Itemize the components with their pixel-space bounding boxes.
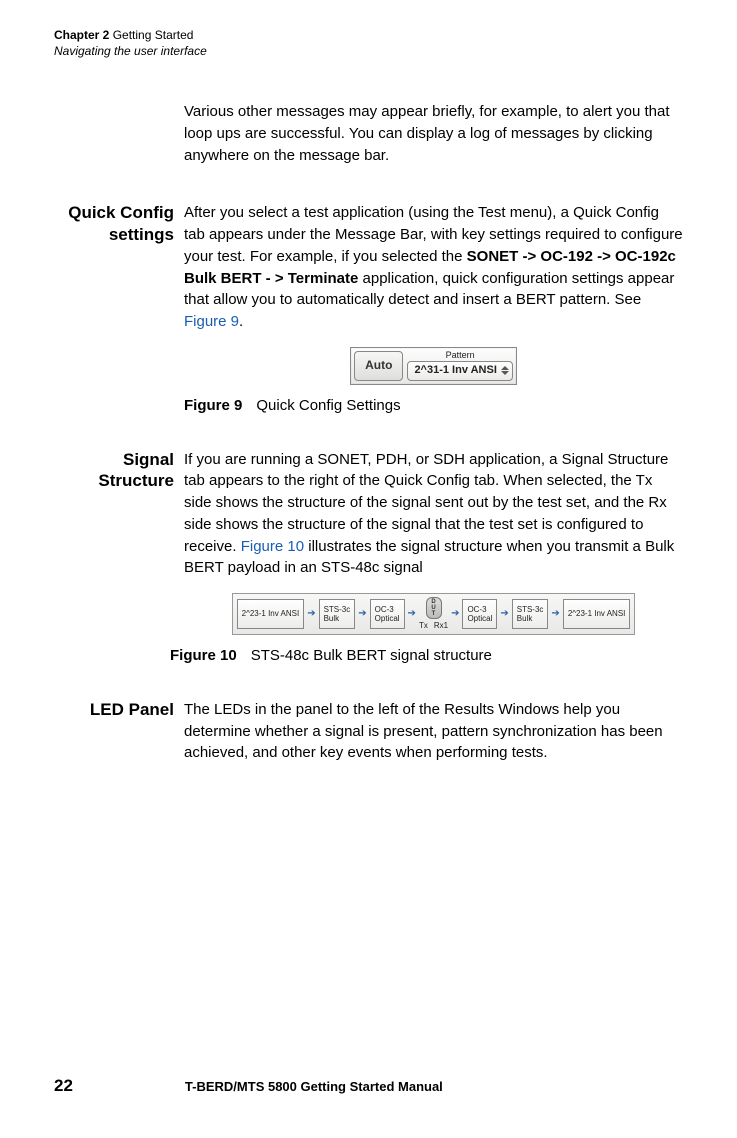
arrow-right-icon: ➔: [450, 607, 460, 622]
sts-label-1: STS-3c: [324, 605, 351, 615]
sts-label-2: Bulk: [324, 614, 351, 624]
quick-config-paragraph: After you select a test application (usi…: [184, 202, 683, 333]
oc-label-2: Optical: [375, 614, 400, 624]
arrow-right-icon: ➔: [407, 607, 417, 622]
led-panel-paragraph: The LEDs in the panel to the left of the…: [184, 699, 683, 764]
led-panel-heading: LED Panel: [54, 699, 174, 720]
spinner-icon[interactable]: [501, 366, 509, 375]
signal-structure-paragraph: If you are running a SONET, PDH, or SDH …: [184, 449, 683, 580]
signal-structure-widget: 2^23-1 Inv ANSI ➔ STS-3c Bulk ➔ OC-3 Opt…: [232, 593, 636, 635]
main-content: Various other messages may appear briefl…: [184, 101, 683, 764]
figure-10-caption-text: STS-48c Bulk BERT signal structure: [251, 647, 492, 664]
quick-config-body: After you select a test application (usi…: [184, 202, 683, 416]
page-footer: 22 T-BERD/MTS 5800 Getting Started Manua…: [0, 1076, 737, 1096]
rx-label: Rx1: [434, 620, 448, 632]
page-number: 22: [54, 1076, 73, 1096]
figure-9-caption: Figure 9 Quick Config Settings: [184, 395, 683, 417]
tx-label: Tx: [419, 620, 428, 632]
left-pattern-block[interactable]: 2^23-1 Inv ANSI: [237, 599, 305, 629]
sts-label-2b: Bulk: [517, 614, 544, 624]
chevron-down-icon[interactable]: [501, 371, 509, 375]
figure-9-image: Auto Pattern 2^31-1 Inv ANSI: [184, 347, 683, 385]
pattern-select[interactable]: 2^31-1 Inv ANSI: [407, 361, 512, 381]
oc-label-2b: Optical: [467, 614, 492, 624]
header-section-line: Navigating the user interface: [54, 44, 683, 60]
figure-9-caption-text: Quick Config Settings: [256, 397, 400, 414]
oc-label-1: OC-3: [375, 605, 400, 615]
left-sts-block[interactable]: STS-3c Bulk: [319, 599, 356, 629]
chapter-label: Chapter 2: [54, 28, 109, 42]
sts-label-1b: STS-3c: [517, 605, 544, 615]
quick-config-heading: Quick Config settings: [54, 202, 174, 245]
quick-config-section: Quick Config settings After you select a…: [184, 202, 683, 416]
figure-10-caption: Figure 10 STS-48c Bulk BERT signal struct…: [170, 645, 683, 667]
dut-block: DUT Tx Rx1: [419, 597, 448, 632]
signal-structure-body: If you are running a SONET, PDH, or SDH …: [184, 449, 683, 667]
figure-10-image: 2^23-1 Inv ANSI ➔ STS-3c Bulk ➔ OC-3 Opt…: [184, 593, 683, 635]
figure-10-label: Figure 10: [170, 647, 237, 664]
chapter-title: Getting Started: [113, 28, 194, 42]
right-oc-block[interactable]: OC-3 Optical: [462, 599, 497, 629]
arrow-right-icon: ➔: [499, 607, 509, 622]
page-content: Chapter 2 Getting Started Navigating the…: [0, 0, 737, 764]
footer-manual-title: T-BERD/MTS 5800 Getting Started Manual: [185, 1079, 443, 1094]
figure-10-link[interactable]: Figure 10: [241, 538, 304, 555]
left-oc-block[interactable]: OC-3 Optical: [370, 599, 405, 629]
arrow-right-icon: ➔: [550, 607, 560, 622]
right-pattern-block[interactable]: 2^23-1 Inv ANSI: [563, 599, 631, 629]
pattern-group: Pattern 2^31-1 Inv ANSI: [407, 351, 512, 381]
quick-config-text-post: .: [239, 313, 243, 330]
figure-9-link[interactable]: Figure 9: [184, 313, 239, 330]
intro-paragraph: Various other messages may appear briefl…: [184, 101, 683, 166]
header-chapter-line: Chapter 2 Getting Started: [54, 28, 683, 44]
oc-label-1b: OC-3: [467, 605, 492, 615]
chevron-up-icon[interactable]: [501, 366, 509, 370]
signal-structure-section: Signal Structure If you are running a SO…: [184, 449, 683, 667]
pattern-value: 2^31-1 Inv ANSI: [414, 363, 496, 379]
right-sts-block[interactable]: STS-3c Bulk: [512, 599, 549, 629]
dut-icon: DUT: [426, 597, 442, 619]
figure-9-label: Figure 9: [184, 397, 242, 414]
signal-structure-heading: Signal Structure: [54, 449, 174, 492]
led-panel-section: LED Panel The LEDs in the panel to the l…: [184, 699, 683, 764]
quick-config-widget: Auto Pattern 2^31-1 Inv ANSI: [350, 347, 517, 385]
pattern-label: Pattern: [407, 351, 512, 361]
auto-button[interactable]: Auto: [354, 351, 403, 381]
arrow-right-icon: ➔: [357, 607, 367, 622]
arrow-right-icon: ➔: [306, 607, 316, 622]
tx-rx-labels: Tx Rx1: [419, 620, 448, 632]
led-panel-body: The LEDs in the panel to the left of the…: [184, 699, 683, 764]
